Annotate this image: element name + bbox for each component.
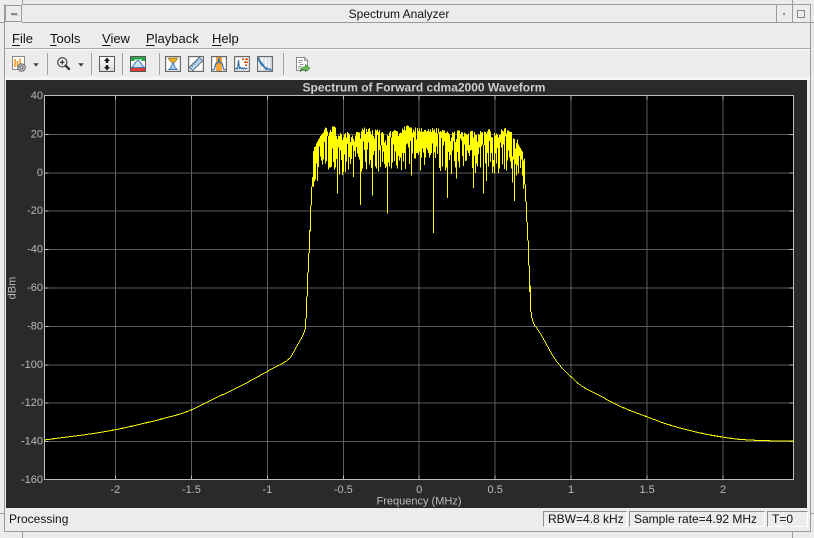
svg-text:-40: -40 xyxy=(27,244,43,256)
svg-text:-120: -120 xyxy=(21,397,43,409)
svg-text:-2: -2 xyxy=(111,484,121,496)
svg-text:Frequency (MHz): Frequency (MHz) xyxy=(377,496,462,508)
svg-text:-60: -60 xyxy=(27,282,43,294)
svg-text:2: 2 xyxy=(720,484,726,496)
svg-text:dBm: dBm xyxy=(7,277,19,300)
svg-text:-1.5: -1.5 xyxy=(182,484,201,496)
svg-text:-0.5: -0.5 xyxy=(334,484,353,496)
svg-text:1: 1 xyxy=(568,484,574,496)
svg-text:-20: -20 xyxy=(27,205,43,217)
svg-text:1.5: 1.5 xyxy=(639,484,654,496)
svg-text:0: 0 xyxy=(37,167,43,179)
svg-text:40: 40 xyxy=(31,90,43,102)
svg-text:-160: -160 xyxy=(21,474,43,486)
svg-text:20: 20 xyxy=(31,128,43,140)
svg-text:-140: -140 xyxy=(21,436,43,448)
svg-text:Spectrum of Forward cdma2000 W: Spectrum of Forward cdma2000 Waveform xyxy=(303,81,546,95)
svg-text:-1: -1 xyxy=(263,484,273,496)
svg-text:-100: -100 xyxy=(21,359,43,371)
svg-text:0: 0 xyxy=(416,484,422,496)
svg-text:0.5: 0.5 xyxy=(488,484,503,496)
svg-text:-80: -80 xyxy=(27,320,43,332)
